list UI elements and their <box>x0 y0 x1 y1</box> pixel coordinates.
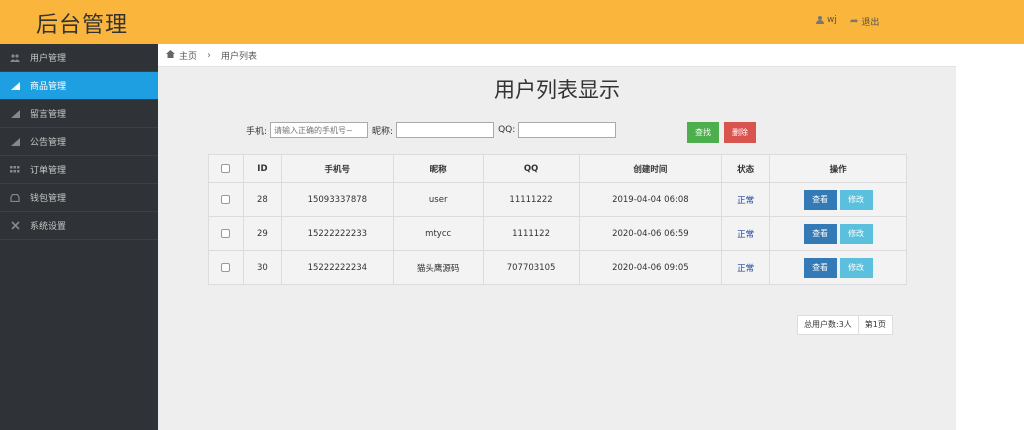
cell-actions: 查看 修改 <box>769 250 907 285</box>
breadcrumb-home[interactable]: 主页 <box>179 49 197 62</box>
current-user[interactable]: wj <box>816 15 837 25</box>
breadcrumb: 主页 › 用户列表 <box>158 44 956 67</box>
breadcrumb-current: 用户列表 <box>221 51 258 62</box>
edit-button[interactable]: 修改 <box>839 189 873 210</box>
nick-input[interactable] <box>396 122 495 138</box>
right-blank-area <box>956 44 1024 430</box>
users-icon <box>10 53 20 63</box>
cell-qq: 707703105 <box>482 250 580 285</box>
search-form: 手机: 昵称: QQ: <box>246 122 617 138</box>
table-row: 29 15222222233 mtycc 1111122 2020-04-06 … <box>208 216 907 251</box>
sidebar: 用户管理 商品管理 留言管理 公告管理 订单管理 钱包管理 系统设置 <box>0 44 158 430</box>
row-select-cell <box>208 182 244 217</box>
find-button[interactable]: 查找 <box>687 122 719 143</box>
view-button[interactable]: 查看 <box>803 223 837 244</box>
sidebar-item-label: 系统设置 <box>30 222 67 232</box>
cell-id: 30 <box>242 250 282 285</box>
cell-created: 2019-04-04 06:08 <box>578 182 723 217</box>
edit-button[interactable]: 修改 <box>839 223 873 244</box>
cell-qq: 11111222 <box>482 182 580 217</box>
column-header: 创建时间 <box>578 154 723 183</box>
cell-actions: 查看 修改 <box>769 182 907 217</box>
cell-id: 28 <box>242 182 282 217</box>
sidebar-item-label: 留言管理 <box>30 110 67 120</box>
sidebar-item-products[interactable]: 商品管理 <box>0 72 158 100</box>
wallet-icon <box>10 193 20 203</box>
column-header: 状态 <box>721 154 771 183</box>
app-title: 后台管理 <box>36 13 129 38</box>
table-header-row: ID 手机号 昵称 QQ 创建时间 状态 操作 <box>208 154 907 183</box>
cell-created: 2020-04-06 09:05 <box>578 250 723 285</box>
logout-label: 退出 <box>861 18 880 28</box>
cell-phone: 15222222234 <box>280 250 394 285</box>
sidebar-item-messages[interactable]: 留言管理 <box>0 100 158 128</box>
cell-nick: mtycc <box>392 216 484 251</box>
row-checkbox[interactable] <box>221 194 231 204</box>
cell-nick: user <box>392 182 484 217</box>
table-row: 30 15222222234 猫头鹰源码 707703105 2020-04-0… <box>208 250 907 285</box>
select-all-checkbox[interactable] <box>221 163 231 173</box>
pagination: 总用户数:3人 第1页 <box>797 315 893 335</box>
phone-input[interactable] <box>270 122 369 138</box>
qq-label: QQ: <box>498 125 516 135</box>
logout-link[interactable]: ➦ 退出 <box>850 15 879 28</box>
sidebar-item-notices[interactable]: 公告管理 <box>0 128 158 156</box>
sidebar-item-settings[interactable]: 系统设置 <box>0 212 158 240</box>
sidebar-item-label: 订单管理 <box>30 166 67 176</box>
user-name: wj <box>827 15 837 25</box>
column-header: ID <box>242 154 282 183</box>
column-header: 昵称 <box>392 154 484 183</box>
page-indicator[interactable]: 第1页 <box>858 315 893 335</box>
column-header: 手机号 <box>280 154 394 183</box>
cell-status: 正常 <box>721 216 771 251</box>
row-checkbox[interactable] <box>221 262 231 272</box>
delete-button[interactable]: 删除 <box>724 122 756 143</box>
chevron-right-icon: › <box>207 49 212 61</box>
cell-status: 正常 <box>721 182 771 217</box>
user-table: ID 手机号 昵称 QQ 创建时间 状态 操作 28 15093337878 u… <box>208 154 907 285</box>
cell-actions: 查看 修改 <box>769 216 907 251</box>
cell-status: 正常 <box>721 250 771 285</box>
phone-label: 手机: <box>246 126 268 137</box>
cell-qq: 1111122 <box>482 216 580 251</box>
sidebar-item-label: 商品管理 <box>30 82 67 92</box>
cell-nick: 猫头鹰源码 <box>392 250 484 285</box>
cell-phone: 15093337878 <box>280 182 394 217</box>
nick-label: 昵称: <box>372 126 394 137</box>
row-select-cell <box>208 216 244 251</box>
row-select-cell <box>208 250 244 285</box>
row-checkbox[interactable] <box>221 228 231 238</box>
share-icon: ➦ <box>850 16 859 27</box>
page-title: 用户列表显示 <box>494 78 620 102</box>
top-header: 后台管理 wj ➦ 退出 <box>0 0 1024 44</box>
sidebar-item-label: 用户管理 <box>30 54 67 64</box>
table-row: 28 15093337878 user 11111222 2019-04-04 … <box>208 182 907 217</box>
bar-chart-icon <box>10 109 20 119</box>
grid-icon <box>10 165 20 175</box>
sidebar-item-orders[interactable]: 订单管理 <box>0 156 158 184</box>
bar-chart-icon <box>10 137 20 147</box>
home-icon <box>166 49 175 61</box>
view-button[interactable]: 查看 <box>803 257 837 278</box>
column-header: QQ <box>482 154 580 183</box>
qq-input[interactable] <box>518 122 617 138</box>
cell-created: 2020-04-06 06:59 <box>578 216 723 251</box>
cell-phone: 15222222233 <box>280 216 394 251</box>
select-all-cell <box>208 154 244 183</box>
user-icon <box>816 16 824 24</box>
view-button[interactable]: 查看 <box>803 189 837 210</box>
sidebar-item-label: 钱包管理 <box>30 194 67 204</box>
sidebar-item-wallet[interactable]: 钱包管理 <box>0 184 158 212</box>
edit-button[interactable]: 修改 <box>839 257 873 278</box>
bar-chart-icon <box>10 81 20 91</box>
column-header: 操作 <box>769 154 907 183</box>
sidebar-item-label: 公告管理 <box>30 138 67 148</box>
settings-icon <box>10 221 20 231</box>
cell-id: 29 <box>242 216 282 251</box>
total-users: 总用户数:3人 <box>797 315 859 335</box>
sidebar-item-users[interactable]: 用户管理 <box>0 44 158 72</box>
main-content: 主页 › 用户列表 用户列表显示 手机: 昵称: QQ: 查找 删除 ID 手机… <box>158 44 956 430</box>
